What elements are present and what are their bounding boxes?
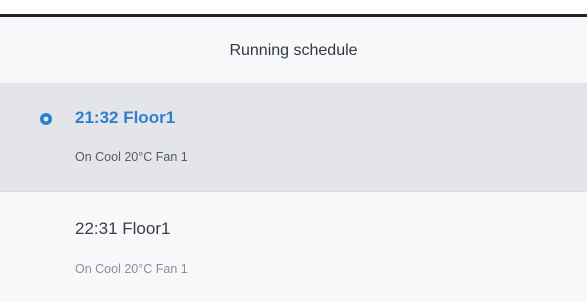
- schedule-detail: On Cool 20°C Fan 1: [75, 150, 188, 164]
- schedule-detail: On Cool 20°C Fan 1: [75, 262, 188, 276]
- schedule-item[interactable]: 22:31 Floor1 On Cool 20°C Fan 1: [0, 193, 587, 302]
- current-schedule-indicator-icon: [40, 113, 52, 125]
- window-top-area: [0, 0, 587, 14]
- schedule-time-location: 22:31 Floor1: [75, 219, 171, 238]
- schedule-item-active[interactable]: 21:32 Floor1 On Cool 20°C Fan 1: [0, 84, 587, 192]
- schedule-time-location: 21:32 Floor1: [75, 108, 176, 127]
- page-title: Running schedule: [229, 41, 358, 59]
- running-schedule-panel: Running schedule 21:32 Floor1 On Cool 20…: [0, 17, 587, 302]
- schedule-header: Running schedule: [0, 17, 587, 84]
